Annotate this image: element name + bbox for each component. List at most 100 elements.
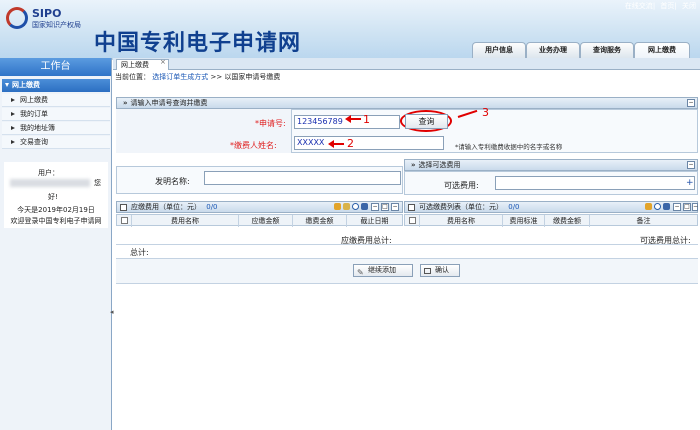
info-icon[interactable] — [352, 203, 359, 210]
due-fees-title: 应缴费用（单位：元） — [131, 203, 201, 211]
opt-col-fee-standard: 费用标准 — [502, 215, 544, 227]
optional-fee-select[interactable] — [495, 176, 695, 190]
due-fees-grid-header: 费用名称 应缴金额 缴费金额 截止日期 — [116, 214, 403, 228]
nav-tab-query-service[interactable]: 查询服务 — [580, 42, 634, 58]
due-col-due-amount: 应缴金额 — [238, 215, 292, 227]
nav-tab-business[interactable]: 业务办理 — [526, 42, 580, 58]
sidebar: 工作台 网上缴费 网上缴费 我的订单 我的地址簿 交易查询 用户： 您 好! 今… — [0, 58, 112, 430]
query-panel-header: » 请输入申请号查询并缴费 — [116, 97, 698, 109]
welcome-text: 欢迎登录中国专利电子申请网 — [10, 217, 102, 225]
breadcrumb-link[interactable]: 选择订单生成方式 — [152, 73, 208, 81]
download-icon[interactable] — [663, 203, 670, 210]
due-fees-header: 应缴费用（单位：元） 0/0 — [116, 201, 403, 213]
annotation-1: 1 — [363, 113, 370, 126]
edit-icon[interactable] — [334, 203, 341, 210]
site-banner: SIPO 国家知识产权局 中国专利电子申请网 在线交流| 首页| 关闭 用户信息… — [0, 0, 700, 60]
tab-close-icon[interactable]: × — [160, 58, 166, 66]
opt-col-remark: 备注 — [589, 215, 697, 227]
optional-fees-title: 可选缴费列表（单位：元） — [419, 203, 503, 211]
payer-name-input[interactable]: XXXXX — [294, 136, 444, 150]
breadcrumb-separator: >> — [210, 73, 223, 81]
continue-add-label: 继续添加 — [368, 266, 396, 274]
annotation-3: 3 — [482, 106, 489, 119]
top-link-chat[interactable]: 在线交流 — [625, 2, 653, 10]
sidebar-section-label: 网上缴费 — [12, 81, 40, 89]
logo-text: SIPO — [32, 7, 62, 20]
continue-add-button[interactable]: ✎ 继续添加 — [353, 264, 413, 277]
minimize-optional-fees-icon[interactable]: − — [673, 203, 681, 211]
collapse-query-panel-icon[interactable]: − — [687, 99, 695, 107]
invention-name-input[interactable] — [204, 171, 401, 185]
confirm-icon — [424, 268, 431, 274]
optional-fees-select-all[interactable] — [405, 215, 419, 228]
due-col-pay-amount: 缴费金额 — [292, 215, 346, 227]
opt-col-pay-amount: 缴费金额 — [544, 215, 589, 227]
breadcrumb: 当前位置： 选择订单生成方式 >> 以国家申请号缴费 — [115, 72, 280, 82]
add-fee-icon[interactable]: + — [686, 178, 694, 188]
user-label: 用户： — [38, 169, 59, 177]
site-title: 中国专利电子申请网 — [94, 30, 302, 56]
top-link-close[interactable]: 关闭 — [682, 2, 696, 10]
logo-subtitle: 国家知识产权局 — [32, 21, 81, 29]
sidebar-section-online-payment[interactable]: 网上缴费 — [2, 79, 110, 92]
optional-panel-title: 选择可选费用 — [418, 161, 461, 169]
optional-panel-header: » 选择可选费用 — [404, 159, 698, 171]
user-info-box: 用户： 您 好! 今天是2019年02月19日 欢迎登录中国专利电子申请网 — [4, 162, 108, 228]
folder-icon[interactable] — [343, 203, 350, 210]
collapse-optional-fees-icon[interactable]: − — [692, 203, 698, 211]
sidebar-toggle-icon[interactable]: ◂ — [110, 308, 114, 316]
due-fees-select-all[interactable] — [117, 215, 131, 228]
invention-name-label: 发明名称: — [155, 177, 190, 186]
divider — [116, 244, 698, 245]
empty-area — [113, 286, 700, 430]
annotation-2: 2 — [347, 137, 354, 150]
application-number-label: *申请号: — [255, 119, 286, 128]
double-chevron-icon: » — [123, 99, 128, 107]
due-col-fee-name: 费用名称 — [131, 215, 238, 227]
query-panel-title: 请输入申请号查询并缴费 — [130, 99, 208, 107]
collapse-optional-panel-icon[interactable]: − — [687, 161, 695, 169]
due-col-deadline: 截止日期 — [346, 215, 402, 227]
sidebar-item-my-orders[interactable]: 我的订单 — [2, 108, 110, 121]
chevron-down-icon — [5, 83, 9, 87]
sidebar-title: 工作台 — [0, 58, 111, 76]
tab-strip — [113, 58, 700, 70]
optional-fees-grid-header: 费用名称 费用标准 缴费金额 备注 — [404, 214, 698, 228]
nav-tab-user-info[interactable]: 用户信息 — [472, 42, 526, 58]
collapse-due-fees-icon[interactable]: − — [391, 203, 399, 211]
expand-optional-fees-icon[interactable] — [408, 204, 415, 211]
pencil-icon: ✎ — [357, 268, 364, 277]
confirm-button[interactable]: 确认 — [420, 264, 460, 277]
due-fees-count: 0/0 — [206, 203, 218, 211]
sipo-logo-icon — [6, 7, 28, 29]
double-chevron-icon: » — [411, 161, 416, 169]
edit-icon[interactable] — [645, 203, 652, 210]
arrow-1-head-icon — [345, 115, 351, 123]
maximize-optional-fees-icon[interactable]: □ — [683, 203, 691, 211]
payer-name-label: *缴费人姓名: — [230, 141, 277, 150]
main-content: 网上缴费 × 当前位置： 选择订单生成方式 >> 以国家申请号缴费 » 请输入申请… — [110, 58, 700, 430]
sidebar-item-online-payment[interactable]: 网上缴费 — [2, 94, 110, 107]
greeting: 好! — [48, 193, 58, 201]
opt-col-fee-name: 费用名称 — [419, 215, 502, 227]
top-link-home[interactable]: 首页 — [660, 2, 674, 10]
breadcrumb-current: 以国家申请号缴费 — [224, 73, 281, 81]
nav-tab-online-payment[interactable]: 网上缴费 — [634, 42, 690, 58]
optional-fees-count: 0/0 — [508, 203, 520, 211]
info-icon[interactable] — [654, 203, 661, 210]
sidebar-item-address-book[interactable]: 我的地址簿 — [2, 122, 110, 135]
sidebar-item-transaction-query[interactable]: 交易查询 — [2, 136, 110, 149]
download-icon[interactable] — [361, 203, 368, 210]
breadcrumb-prefix: 当前位置： — [115, 73, 150, 81]
arrow-2-head-icon — [328, 140, 334, 148]
query-button[interactable]: 查询 — [405, 114, 448, 129]
payer-name-hint: *请输入专利缴费收据中的名字或名称 — [455, 143, 563, 151]
minimize-due-fees-icon[interactable]: − — [371, 203, 379, 211]
confirm-label: 确认 — [435, 266, 449, 274]
grand-total-label: 总计: — [130, 248, 149, 257]
maximize-due-fees-icon[interactable]: □ — [381, 203, 389, 211]
date-text: 今天是2019年02月19日 — [17, 206, 95, 214]
tab-label: 网上缴费 — [121, 61, 149, 69]
expand-due-fees-icon[interactable] — [120, 204, 127, 211]
top-links: 在线交流| 首页| 关闭 — [624, 2, 696, 10]
